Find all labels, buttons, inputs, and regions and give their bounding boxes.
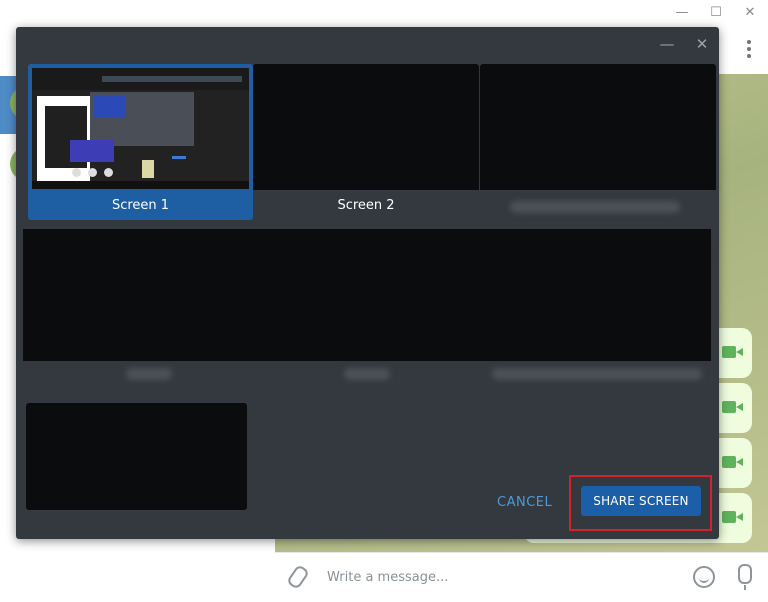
- maximize-icon: ☐: [710, 4, 722, 20]
- screen-2-thumbnail: [253, 64, 479, 190]
- window-maximize-button[interactable]: ☐: [698, 0, 734, 24]
- minimize-icon: —: [675, 4, 689, 20]
- source-tile[interactable]: [480, 64, 716, 220]
- source-tile-screen-2[interactable]: Screen 2: [253, 64, 479, 220]
- dialog-minimize-button[interactable]: —: [656, 33, 678, 55]
- attach-icon[interactable]: [285, 563, 311, 591]
- blurred-label: [492, 368, 702, 380]
- close-icon: ✕: [744, 4, 756, 20]
- cancel-button[interactable]: CANCEL: [491, 487, 557, 517]
- blurred-label: [344, 368, 390, 380]
- blurred-label: [510, 201, 680, 213]
- source-tile[interactable]: [26, 403, 247, 510]
- window-minimize-button[interactable]: —: [664, 0, 700, 24]
- source-label: Screen 2: [337, 198, 395, 213]
- message-input[interactable]: [325, 553, 669, 602]
- window-thumbnails-row[interactable]: [23, 229, 711, 361]
- screen-1-thumbnail: [32, 68, 249, 189]
- window-close-button[interactable]: ✕: [732, 0, 768, 24]
- video-call-icon: [722, 456, 743, 468]
- video-call-icon: [722, 346, 743, 358]
- microphone-icon[interactable]: [738, 564, 752, 590]
- more-options-icon[interactable]: [744, 36, 754, 62]
- video-call-icon: [722, 511, 743, 523]
- source-thumbnail: [480, 64, 716, 190]
- minimize-icon: —: [659, 34, 675, 53]
- message-composer: [275, 552, 768, 602]
- screen-share-dialog: — ✕ Screen 1 Screen 2 CANCEL SHARE SCREE…: [16, 27, 719, 539]
- source-thumbnail: [26, 403, 247, 510]
- emoji-icon[interactable]: [693, 566, 715, 588]
- video-call-icon: [722, 401, 743, 413]
- close-icon: ✕: [695, 34, 709, 53]
- dialog-close-button[interactable]: ✕: [691, 33, 713, 55]
- app-titlebar: — ☐ ✕: [0, 0, 768, 24]
- share-button-highlight: [569, 475, 712, 531]
- source-label: Screen 1: [111, 198, 170, 213]
- source-tile-screen-1[interactable]: Screen 1: [28, 64, 253, 220]
- blurred-label: [126, 368, 172, 380]
